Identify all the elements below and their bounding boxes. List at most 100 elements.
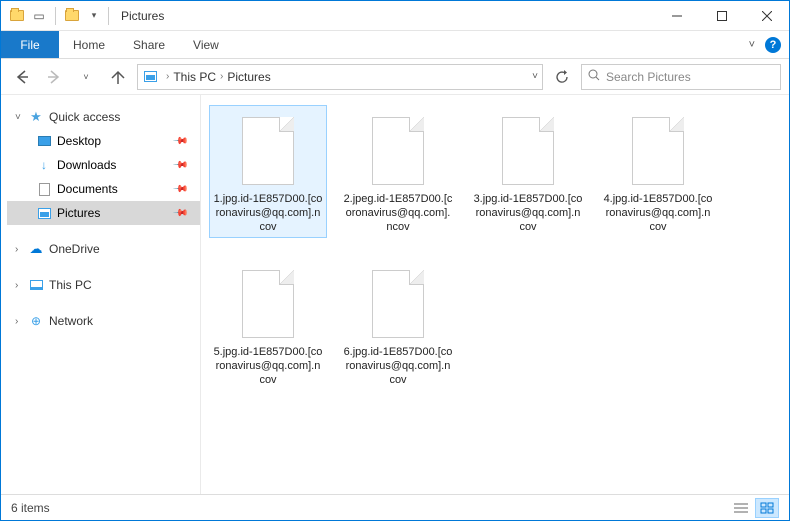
onedrive-icon: ☁: [27, 241, 45, 257]
new-folder-icon[interactable]: [62, 6, 82, 26]
pc-icon: [27, 280, 45, 290]
star-icon: ★: [27, 109, 45, 125]
window-title: Pictures: [121, 9, 164, 23]
file-item[interactable]: 5.jpg.id-1E857D00.[coronavirus@qq.com].n…: [209, 258, 327, 391]
sidebar-item-desktop[interactable]: Desktop 📌: [7, 129, 200, 153]
navigation-pane: ˅ ★ Quick access Desktop 📌 ↓ Downloads 📌…: [1, 95, 201, 494]
address-toolbar: ˅ › This PC › Pictures ˅ Search Pictures: [1, 59, 789, 95]
forward-button[interactable]: [41, 64, 67, 90]
search-icon: [588, 69, 600, 84]
item-count: 6 items: [11, 501, 50, 515]
blank-file-icon: [366, 109, 430, 189]
breadcrumb-part[interactable]: Pictures: [227, 70, 270, 84]
icons-view-icon: [760, 502, 774, 514]
pictures-icon: [35, 208, 53, 219]
file-tab[interactable]: File: [1, 31, 59, 58]
sidebar-item-downloads[interactable]: ↓ Downloads 📌: [7, 153, 200, 177]
chevron-right-icon[interactable]: ›: [15, 316, 27, 327]
title-bar: ▭ ▾ Pictures: [1, 1, 789, 31]
recent-dropdown[interactable]: ˅: [73, 64, 99, 90]
desktop-icon: [35, 136, 53, 146]
window-controls: [654, 1, 789, 31]
tab-view[interactable]: View: [179, 31, 233, 58]
separator: [55, 7, 56, 25]
back-button[interactable]: [9, 64, 35, 90]
tree-label: Downloads: [57, 158, 116, 172]
document-icon: [35, 183, 53, 196]
chevron-right-icon[interactable]: ›: [15, 244, 27, 255]
status-bar: 6 items: [1, 494, 789, 520]
chevron-right-icon[interactable]: ›: [15, 280, 27, 291]
file-name: 6.jpg.id-1E857D00.[coronavirus@qq.com].n…: [343, 346, 453, 387]
help-icon[interactable]: ?: [765, 37, 781, 53]
separator: [108, 7, 109, 25]
blank-file-icon: [626, 109, 690, 189]
breadcrumb[interactable]: › This PC › Pictures ˅: [137, 64, 543, 90]
tab-share[interactable]: Share: [119, 31, 179, 58]
qat-dropdown-icon[interactable]: ▾: [84, 6, 104, 26]
file-item[interactable]: 1.jpg.id-1E857D00.[coronavirus@qq.com].n…: [209, 105, 327, 238]
up-button[interactable]: [105, 64, 131, 90]
arrow-left-icon: [14, 69, 30, 85]
sidebar-network[interactable]: › ⊕ Network: [7, 309, 200, 333]
maximize-button[interactable]: [699, 1, 744, 31]
chevron-down-icon[interactable]: ˅: [15, 112, 27, 123]
minimize-button[interactable]: [654, 1, 699, 31]
file-list[interactable]: 1.jpg.id-1E857D00.[coronavirus@qq.com].n…: [201, 95, 789, 494]
quick-access-toolbar: ▭ ▾: [7, 6, 104, 26]
sidebar-quick-access[interactable]: ˅ ★ Quick access: [7, 105, 200, 129]
tree-label: Desktop: [57, 134, 101, 148]
tab-home[interactable]: Home: [59, 31, 119, 58]
minimize-icon: [672, 11, 682, 21]
file-item[interactable]: 3.jpg.id-1E857D00.[coronavirus@qq.com].n…: [469, 105, 587, 238]
view-mode-buttons: [729, 498, 779, 518]
file-name: 3.jpg.id-1E857D00.[coronavirus@qq.com].n…: [473, 193, 583, 234]
search-input[interactable]: Search Pictures: [581, 64, 781, 90]
pin-icon: 📌: [171, 181, 188, 198]
tree-label: Documents: [57, 182, 118, 196]
sidebar-item-documents[interactable]: Documents 📌: [7, 177, 200, 201]
blank-file-icon: [366, 262, 430, 342]
refresh-button[interactable]: [549, 64, 575, 90]
arrow-up-icon: [110, 69, 126, 85]
blank-file-icon: [236, 262, 300, 342]
details-view-button[interactable]: [729, 498, 753, 518]
download-icon: ↓: [35, 158, 53, 172]
maximize-icon: [717, 11, 727, 21]
tree-label: This PC: [49, 278, 92, 292]
file-item[interactable]: 4.jpg.id-1E857D00.[coronavirus@qq.com].n…: [599, 105, 717, 238]
ribbon-right: ˅ ?: [749, 31, 789, 58]
blank-file-icon: [496, 109, 560, 189]
pin-icon: 📌: [171, 133, 188, 150]
pin-icon: 📌: [171, 157, 188, 174]
tree-label: Pictures: [57, 206, 100, 220]
network-icon: ⊕: [27, 314, 45, 328]
sidebar-item-pictures[interactable]: Pictures 📌: [7, 201, 200, 225]
ribbon-tabs: File Home Share View ˅ ?: [1, 31, 789, 59]
search-placeholder: Search Pictures: [606, 70, 691, 84]
file-item[interactable]: 2.jpeg.id-1E857D00.[coronavirus@qq.com].…: [339, 105, 457, 238]
file-item[interactable]: 6.jpg.id-1E857D00.[coronavirus@qq.com].n…: [339, 258, 457, 391]
folder-icon: [7, 6, 27, 26]
pictures-icon: [142, 69, 158, 85]
details-view-icon: [734, 502, 748, 514]
chevron-right-icon: ›: [220, 71, 223, 82]
file-name: 4.jpg.id-1E857D00.[coronavirus@qq.com].n…: [603, 193, 713, 234]
chevron-right-icon: ›: [166, 71, 169, 82]
file-name: 5.jpg.id-1E857D00.[coronavirus@qq.com].n…: [213, 346, 323, 387]
sidebar-onedrive[interactable]: › ☁ OneDrive: [7, 237, 200, 261]
close-icon: [762, 11, 772, 21]
chevron-down-icon[interactable]: ˅: [749, 39, 755, 51]
tree-label: Quick access: [49, 110, 120, 124]
refresh-icon: [555, 70, 569, 84]
chevron-down-icon[interactable]: ˅: [532, 71, 538, 82]
breadcrumb-part[interactable]: This PC: [173, 70, 216, 84]
sidebar-this-pc[interactable]: › This PC: [7, 273, 200, 297]
tree-label: OneDrive: [49, 242, 100, 256]
properties-icon[interactable]: ▭: [29, 6, 49, 26]
arrow-right-icon: [46, 69, 62, 85]
file-name: 2.jpeg.id-1E857D00.[coronavirus@qq.com].…: [343, 193, 453, 234]
icons-view-button[interactable]: [755, 498, 779, 518]
tree-label: Network: [49, 314, 93, 328]
close-button[interactable]: [744, 1, 789, 31]
